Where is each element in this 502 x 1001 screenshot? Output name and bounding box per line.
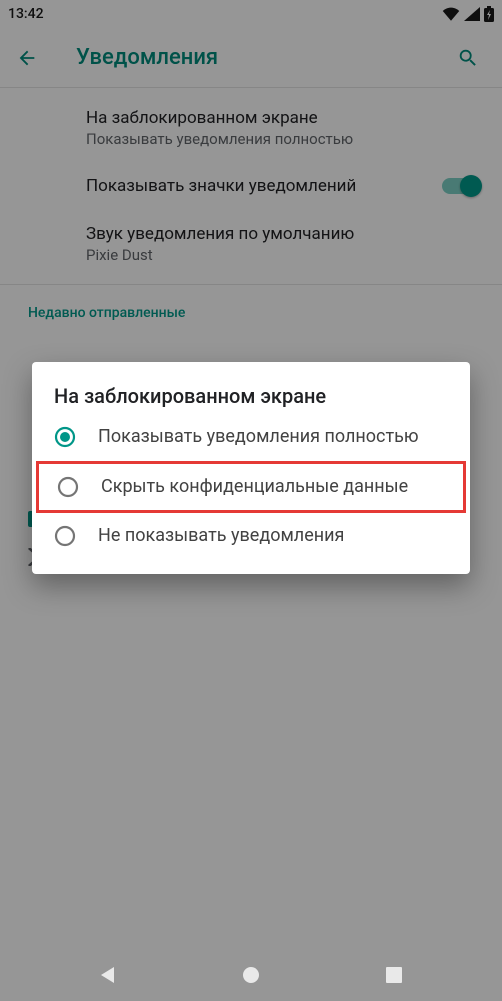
- radio-option-hide-sensitive[interactable]: Скрыть конфиденциальные данные: [39, 464, 463, 511]
- circle-home-icon: [241, 965, 261, 985]
- lock-screen-dialog: На заблокированном экране Показывать уве…: [32, 362, 470, 574]
- nav-home-button[interactable]: [221, 965, 281, 985]
- radio-label: Показывать уведомления полностью: [98, 426, 419, 449]
- navigation-bar: [0, 949, 502, 1001]
- dialog-title: На заблокированном экране: [32, 384, 470, 414]
- radio-option-hide-all[interactable]: Не показывать уведомления: [32, 513, 470, 560]
- radio-checked-icon: [54, 426, 76, 448]
- square-recent-icon: [385, 966, 403, 984]
- radio-unchecked-icon: [54, 525, 76, 547]
- highlight-annotation: Скрыть конфиденциальные данные: [36, 461, 466, 514]
- nav-recent-button[interactable]: [364, 966, 424, 984]
- triangle-back-icon: [98, 965, 118, 985]
- nav-back-button[interactable]: [78, 965, 138, 985]
- radio-unchecked-icon: [57, 476, 79, 498]
- radio-label: Не показывать уведомления: [98, 525, 344, 548]
- radio-label: Скрыть конфиденциальные данные: [101, 476, 408, 499]
- radio-option-show-all[interactable]: Показывать уведомления полностью: [32, 414, 470, 461]
